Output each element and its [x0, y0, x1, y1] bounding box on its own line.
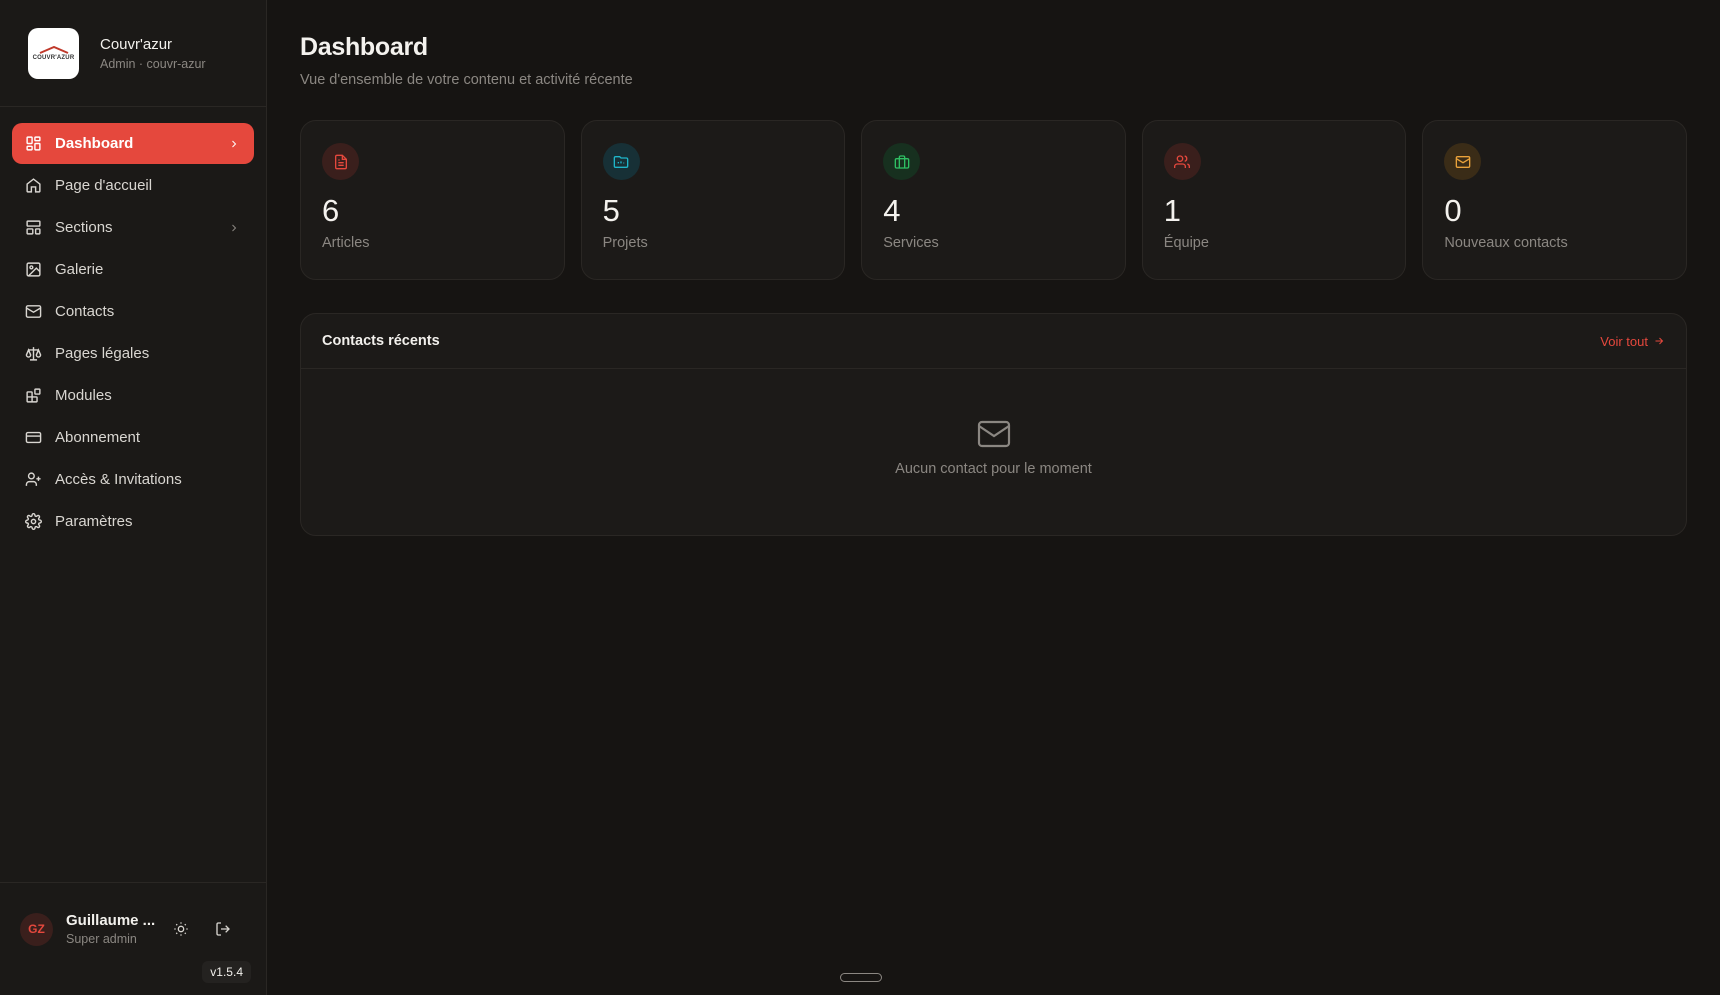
sidebar-item-legal-pages[interactable]: Pages légales — [12, 333, 254, 374]
brand-logo-text: COUVR'AZUR — [32, 54, 75, 61]
sidebar-item-label: Pages légales — [55, 345, 150, 362]
stat-icon-bg — [883, 143, 921, 180]
chevron-right-icon — [228, 222, 240, 234]
brand-header: COUVR'AZUR Couvr'azur Admin · couvr-azur — [0, 0, 266, 107]
main-content: Dashboard Vue d'ensemble de votre conten… — [267, 0, 1720, 995]
user-info: Guillaume ... Super admin — [66, 912, 161, 946]
logout-button[interactable] — [209, 915, 237, 943]
grid-icon — [25, 135, 42, 152]
stat-card-projects[interactable]: 5 Projets — [580, 120, 846, 280]
folder-icon — [613, 155, 629, 168]
recent-contacts-header: Contacts récents Voir tout — [301, 314, 1686, 369]
stat-label: Articles — [322, 235, 370, 251]
page-title: Dashboard — [300, 33, 428, 61]
mail-icon — [977, 420, 1010, 448]
stat-icon-bg — [322, 143, 359, 180]
sidebar-item-label: Accès & Invitations — [55, 471, 182, 488]
arrow-right-icon — [1655, 337, 1664, 345]
sidebar-item-sections[interactable]: Sections — [12, 207, 254, 248]
mail-icon — [1455, 155, 1471, 168]
stat-icon-bg — [1444, 143, 1482, 180]
see-all-link[interactable]: Voir tout — [1600, 334, 1665, 349]
user-role: Super admin — [66, 932, 137, 946]
stat-value: 6 — [322, 193, 340, 228]
sidebar-footer: GZ Guillaume ... Super admin v1.5.4 — [0, 882, 266, 995]
theme-toggle-button[interactable] — [167, 915, 195, 943]
see-all-label: Voir tout — [1600, 333, 1648, 349]
empty-state: Aucun contact pour le moment — [301, 369, 1686, 477]
stat-label: Services — [883, 235, 939, 251]
sidebar: COUVR'AZUR Couvr'azur Admin · couvr-azur… — [0, 0, 267, 995]
sidebar-item-access-invitations[interactable]: Accès & Invitations — [12, 459, 254, 500]
stats-row: 6 Articles 5 Projets 4 Services 1 Équipe… — [300, 120, 1687, 280]
sidebar-item-home[interactable]: Page d'accueil — [12, 165, 254, 206]
sidebar-item-gallery[interactable]: Galerie — [12, 249, 254, 290]
sidebar-item-label: Paramètres — [55, 513, 133, 530]
sidebar-item-label: Contacts — [55, 303, 115, 320]
home-icon — [25, 177, 42, 194]
avatar[interactable]: GZ — [20, 912, 53, 946]
stat-icon-bg — [1163, 143, 1201, 180]
sidebar-item-dashboard[interactable]: Dashboard — [12, 123, 254, 164]
stat-label: Projets — [602, 235, 648, 251]
sidebar-item-label: Dashboard — [55, 135, 134, 152]
scroll-handle[interactable] — [840, 973, 882, 982]
credit-card-icon — [25, 429, 42, 446]
sidebar-nav: Dashboard Page d'accueil Sections Galeri… — [0, 107, 266, 543]
stat-card-new-contacts[interactable]: 0 Nouveaux contacts — [1422, 120, 1687, 280]
brand-name: Couvr'azur — [100, 35, 173, 53]
sidebar-item-contacts[interactable]: Contacts — [12, 291, 254, 332]
stat-value: 4 — [883, 193, 901, 228]
user-row: GZ Guillaume ... Super admin — [0, 883, 266, 946]
app-root: COUVR'AZUR Couvr'azur Admin · couvr-azur… — [0, 0, 1720, 995]
image-icon — [25, 261, 42, 278]
stat-value: 0 — [1444, 193, 1462, 228]
brand-logo[interactable]: COUVR'AZUR — [28, 27, 79, 79]
stat-card-services[interactable]: 4 Services — [861, 120, 1126, 280]
mail-icon — [25, 303, 42, 320]
user-plus-icon — [25, 471, 42, 488]
sidebar-item-modules[interactable]: Modules — [12, 375, 254, 416]
version-badge: v1.5.4 — [202, 961, 251, 983]
brand-subtitle: Admin · couvr-azur — [100, 56, 206, 71]
layout-icon — [25, 219, 42, 236]
recent-contacts-title: Contacts récents — [322, 333, 440, 349]
stat-label: Équipe — [1163, 235, 1209, 251]
sidebar-item-label: Galerie — [55, 261, 104, 278]
settings-icon — [25, 513, 42, 530]
roof-logo-icon — [39, 45, 68, 54]
sidebar-item-label: Abonnement — [55, 429, 141, 446]
sidebar-item-settings[interactable]: Paramètres — [12, 501, 254, 542]
logout-icon — [216, 922, 230, 936]
sidebar-item-label: Sections — [55, 219, 113, 236]
empty-state-text: Aucun contact pour le moment — [895, 461, 1092, 477]
sidebar-item-label: Modules — [55, 387, 112, 404]
stat-label: Nouveaux contacts — [1444, 235, 1568, 251]
stat-value: 1 — [1163, 193, 1182, 228]
file-text-icon — [334, 154, 347, 169]
blocks-icon — [25, 387, 42, 404]
users-icon — [1174, 154, 1191, 168]
sidebar-item-label: Page d'accueil — [55, 177, 153, 194]
sidebar-item-subscription[interactable]: Abonnement — [12, 417, 254, 458]
sun-icon — [174, 922, 188, 936]
briefcase-icon — [894, 154, 910, 169]
scale-icon — [25, 345, 42, 362]
page-subtitle: Vue d'ensemble de votre contenu et activ… — [300, 72, 633, 88]
stat-icon-bg — [602, 143, 640, 180]
stat-card-articles[interactable]: 6 Articles — [300, 120, 565, 280]
user-name: Guillaume ... — [66, 912, 156, 929]
stat-card-team[interactable]: 1 Équipe — [1141, 120, 1407, 280]
brand-text: Couvr'azur Admin · couvr-azur — [100, 36, 206, 71]
recent-contacts-panel: Contacts récents Voir tout Aucun contact… — [300, 313, 1687, 536]
chevron-right-icon — [228, 138, 240, 150]
stat-value: 5 — [602, 193, 620, 228]
